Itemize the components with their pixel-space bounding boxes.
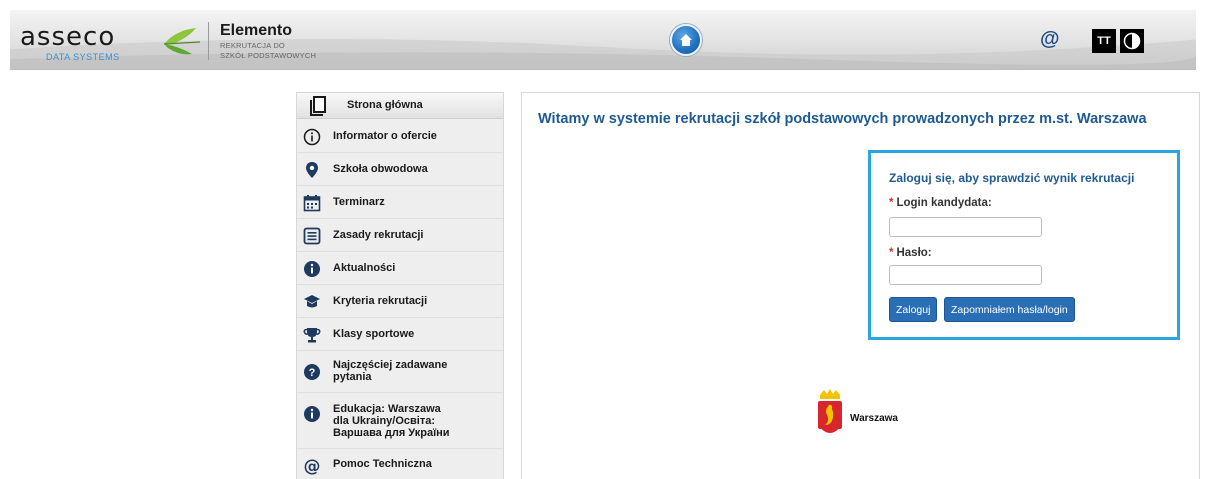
header-separator — [208, 22, 209, 60]
sidebar-item-label: Kryteria rekrutacji — [333, 295, 428, 307]
sidebar-item-faq[interactable]: ? Najczęściej zadawane pytania — [297, 351, 503, 393]
contrast-icon — [1123, 32, 1141, 50]
sidebar-item-zasady-rekrutacji[interactable]: Zasady rekrutacji — [297, 219, 503, 252]
warszawa-text: Warszawa — [850, 413, 898, 424]
login-label-text: Login kandydata: — [896, 197, 992, 209]
warszawa-logo: Warszawa — [812, 389, 898, 448]
contact-at-icon[interactable]: @ — [1040, 28, 1060, 51]
header-bar: asseco DATA SYSTEMS Elemento REKRUTACJA … — [10, 10, 1196, 70]
svg-text:?: ? — [309, 367, 316, 379]
sidebar-item-kryteria-rekrutacji[interactable]: Kryteria rekrutacji — [297, 285, 503, 318]
login-form: Zaloguj się, aby sprawdzić wynik rekruta… — [868, 150, 1180, 340]
sidebar-item-klasy-sportowe[interactable]: Klasy sportowe — [297, 318, 503, 351]
home-button[interactable] — [670, 24, 702, 56]
info-filled-icon — [303, 260, 321, 278]
login-input[interactable] — [889, 217, 1042, 237]
welcome-heading: Witamy w systemie rekrutacji szkół podst… — [538, 111, 1147, 127]
sidebar-item-label: Zasady rekrutacji — [333, 229, 424, 241]
elemento-leaf-icon — [163, 28, 201, 55]
contrast-button[interactable] — [1120, 29, 1144, 53]
info-filled-icon — [303, 405, 321, 423]
sidebar-item-szkola-obwodowa[interactable]: Szkoła obwodowa — [297, 153, 503, 186]
sidebar-item-label: Najczęściej zadawane pytania — [333, 359, 448, 383]
sidebar-item-label: Terminarz — [333, 196, 385, 208]
location-pin-icon — [303, 161, 321, 179]
page: asseco DATA SYSTEMS Elemento REKRUTACJA … — [0, 0, 1206, 479]
required-mark: * — [889, 247, 894, 259]
sidebar-menu: Strona główna Informator o ofercie Szkoł… — [296, 92, 504, 479]
home-icon — [680, 34, 692, 46]
trophy-icon — [303, 326, 321, 344]
required-mark: * — [889, 197, 894, 209]
password-input[interactable] — [889, 265, 1042, 285]
sidebar-item-aktualnosci[interactable]: Aktualności — [297, 252, 503, 285]
product-subtitle-line1: REKRUTACJA DO — [220, 41, 285, 50]
calendar-icon — [303, 194, 321, 212]
sidebar-item-label: Szkoła obwodowa — [333, 163, 428, 175]
password-label-text: Hasło: — [896, 247, 932, 259]
svg-text:@: @ — [304, 457, 321, 475]
rules-list-icon — [303, 227, 321, 245]
login-label: * Login kandydata: — [889, 197, 992, 209]
login-button[interactable]: Zaloguj — [889, 297, 938, 322]
info-circle-icon — [303, 128, 321, 146]
sidebar-item-pomoc-techniczna[interactable]: @ Pomoc Techniczna — [297, 449, 503, 479]
question-icon: ? — [303, 363, 321, 381]
graduation-cap-icon — [303, 293, 321, 311]
sidebar-item-informator[interactable]: Informator o ofercie — [297, 120, 503, 153]
product-subtitle-line2: SZKÓŁ PODSTAWOWYCH — [220, 51, 317, 60]
sidebar-item-label: Strona główna — [347, 99, 423, 111]
sidebar-item-label: Aktualności — [333, 262, 396, 274]
document-icon — [310, 96, 326, 116]
sidebar-item-label: Informator o ofercie — [333, 130, 437, 142]
warszawa-crest-icon — [818, 389, 842, 433]
brand-name: asseco — [20, 22, 116, 52]
sidebar-item-label: Edukacja: Warszawa dla Ukrainy/Освіта: В… — [333, 403, 450, 439]
sidebar-item-home[interactable]: Strona główna — [297, 93, 503, 119]
sidebar-item-edukacja-ukraina[interactable]: Edukacja: Warszawa dla Ukrainy/Освіта: В… — [297, 393, 503, 449]
brand-subtitle: DATA SYSTEMS — [46, 52, 120, 62]
sidebar-item-label: Klasy sportowe — [333, 328, 415, 340]
elemento-logo: Elemento REKRUTACJA DO SZKÓŁ PODSTAWOWYC… — [220, 22, 316, 60]
sidebar-item-label: Pomoc Techniczna — [333, 458, 432, 470]
password-label: * Hasło: — [889, 247, 932, 259]
main-content: Witamy w systemie rekrutacji szkół podst… — [521, 92, 1200, 479]
product-title: Elemento — [220, 22, 293, 39]
sidebar-item-terminarz[interactable]: Terminarz — [297, 186, 503, 219]
font-size-button[interactable]: TT — [1092, 29, 1116, 53]
forgot-password-button[interactable]: Zapomniałem hasła/login — [944, 297, 1075, 322]
asseco-logo[interactable]: asseco DATA SYSTEMS — [20, 22, 160, 62]
login-title: Zaloguj się, aby sprawdzić wynik rekruta… — [889, 171, 1135, 185]
at-icon: @ — [303, 457, 321, 475]
